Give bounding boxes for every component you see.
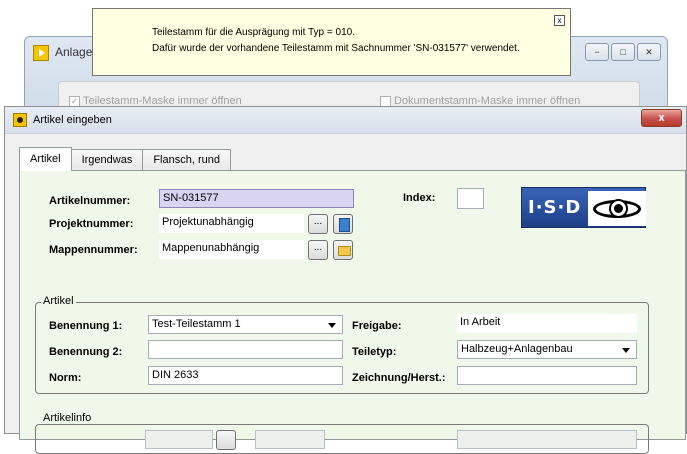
zeichnung-field[interactable]: [457, 366, 637, 385]
tooltip-line-1: Teilestamm für die Ausprägung mit Typ = …: [152, 27, 355, 38]
tab-flansch-rund[interactable]: Flansch, rund: [142, 149, 231, 170]
tooltip-close-button[interactable]: x: [554, 15, 565, 26]
benennung2-label: Benennung 2:: [49, 346, 123, 358]
artikelinfo-field-1[interactable]: [145, 430, 213, 449]
freigabe-field[interactable]: In Arbeit: [457, 314, 637, 333]
book-icon[interactable]: [333, 214, 353, 234]
artikelnummer-label: Artikelnummer:: [49, 195, 131, 207]
tab-artikel[interactable]: Artikel: [19, 147, 72, 171]
zeichnung-label: Zeichnung/Herst.:: [352, 372, 446, 384]
teiletyp-combobox[interactable]: Halbzeug+Anlagenbau: [457, 340, 637, 359]
index-field[interactable]: [457, 188, 484, 209]
norm-label: Norm:: [49, 372, 82, 384]
close-button[interactable]: ✕: [637, 43, 661, 61]
projektnummer-field[interactable]: Projektunabhängig: [159, 214, 304, 233]
freigabe-label: Freigabe:: [352, 320, 402, 332]
isd-logo: I·S·D: [521, 187, 646, 228]
window-controls: − □ ✕: [585, 43, 661, 61]
artikelinfo-button[interactable]: [216, 430, 236, 450]
projektnummer-label: Projektnummer:: [49, 218, 134, 230]
artikelinfo-field-3[interactable]: [457, 430, 637, 449]
checkbox-checked[interactable]: ✓: [69, 95, 80, 107]
artikelnummer-field[interactable]: SN-031577: [159, 189, 354, 208]
isd-logo-text: I·S·D: [528, 197, 582, 218]
info-tooltip: Teilestamm für die Ausprägung mit Typ = …: [92, 8, 571, 76]
teiletyp-label: Teiletyp:: [352, 346, 397, 358]
minimize-button[interactable]: −: [585, 43, 609, 61]
benennung1-combobox[interactable]: Test-Teilestamm 1: [148, 315, 343, 334]
mappennummer-label: Mappennummer:: [49, 244, 138, 256]
artikelinfo-group-title: Artikelinfo: [41, 412, 94, 424]
checkbox-unchecked[interactable]: [380, 95, 391, 107]
benennung1-label: Benennung 1:: [49, 320, 123, 332]
artikel-dialog: Artikel eingeben x Artikel Irgendwas Fla…: [4, 106, 687, 454]
folder-icon[interactable]: [333, 240, 353, 260]
artikel-group-title: Artikel: [41, 295, 76, 307]
dialog-close-button[interactable]: x: [641, 109, 682, 127]
index-label: Index:: [403, 192, 436, 204]
norm-field[interactable]: DIN 2633: [148, 366, 343, 385]
projekt-browse-button[interactable]: ...: [308, 214, 328, 234]
mappe-browse-button[interactable]: ...: [308, 240, 328, 260]
app-icon: [33, 45, 49, 61]
tab-bar: Artikel Irgendwas Flansch, rund: [19, 147, 231, 171]
maximize-button[interactable]: □: [611, 43, 635, 61]
dialog-titlebar: Artikel eingeben x: [5, 107, 686, 134]
artikelinfo-field-2[interactable]: [255, 430, 325, 449]
dialog-title: Artikel eingeben: [33, 114, 112, 126]
eye-icon: [588, 191, 646, 226]
dialog-app-icon: [13, 113, 27, 127]
mappennummer-field[interactable]: Mappenunabhängig: [159, 240, 304, 259]
tab-irgendwas[interactable]: Irgendwas: [70, 149, 144, 170]
tooltip-line-2: Dafür wurde der vorhandene Teilestamm mi…: [152, 43, 520, 54]
benennung2-field[interactable]: [148, 340, 343, 359]
background-window-title: Anlage: [55, 45, 93, 59]
